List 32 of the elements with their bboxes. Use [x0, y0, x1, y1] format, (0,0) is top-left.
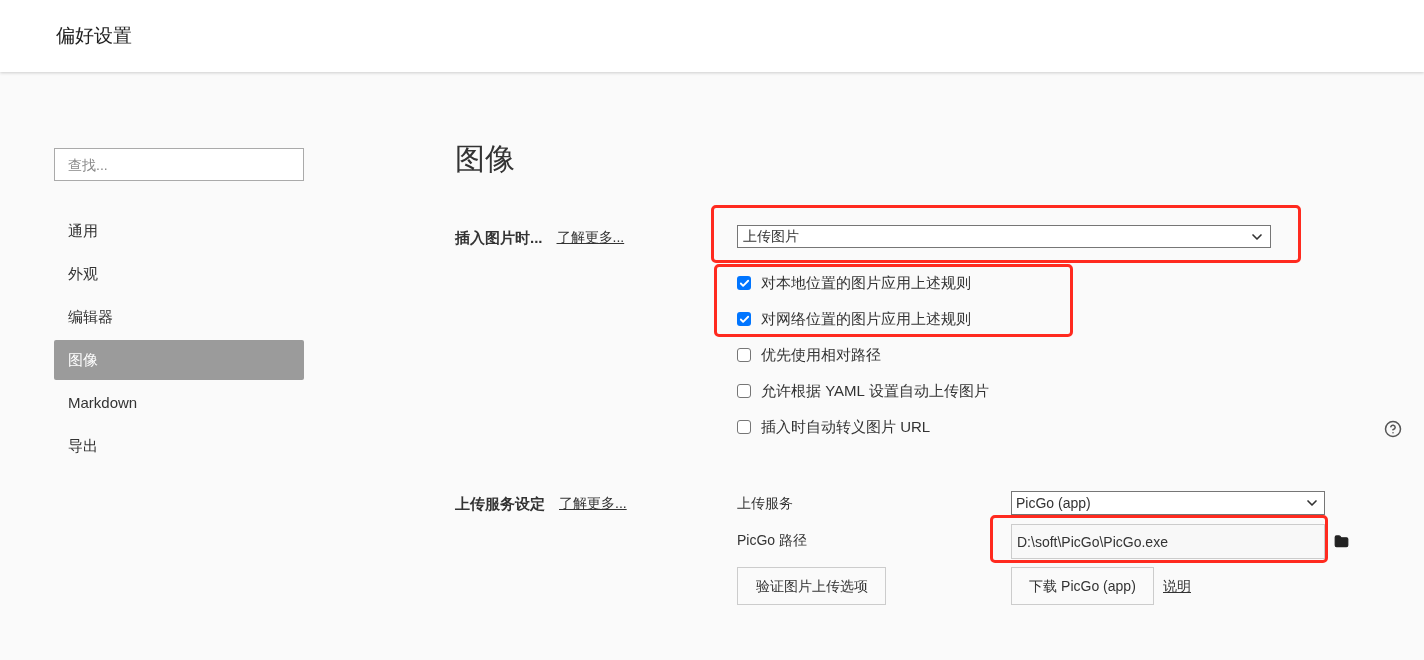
- sidebar-item[interactable]: 通用: [54, 211, 304, 251]
- search-field[interactable]: 查找...: [54, 148, 304, 181]
- field-label: PicGo 路径: [737, 530, 808, 550]
- checkbox-label: 插入时自动转义图片 URL: [761, 416, 931, 437]
- upload-service-select[interactable]: PicGo (app): [1011, 491, 1325, 515]
- learn-more-link[interactable]: 了解更多...: [556, 227, 625, 248]
- checkbox[interactable]: [737, 384, 751, 398]
- sidebar-item[interactable]: 编辑器: [54, 297, 304, 337]
- checkbox[interactable]: [737, 420, 751, 434]
- section-label: 插入图片时...: [455, 228, 543, 248]
- sidebar-item[interactable]: Markdown: [54, 383, 304, 423]
- insert-action-select[interactable]: 上传图片: [737, 225, 1271, 248]
- help-link[interactable]: 说明: [1163, 575, 1191, 597]
- sidebar-item[interactable]: 导出: [54, 426, 304, 466]
- checkbox[interactable]: [737, 312, 751, 326]
- help-icon[interactable]: [1384, 420, 1402, 438]
- page-title: 图像: [455, 144, 516, 174]
- learn-more-link[interactable]: 了解更多...: [559, 493, 627, 514]
- checkbox-label: 优先使用相对路径: [761, 344, 881, 365]
- checkbox-label: 允许根据 YAML 设置自动上传图片: [761, 380, 989, 401]
- checkbox[interactable]: [737, 276, 751, 290]
- checkbox[interactable]: [737, 348, 751, 362]
- checkbox-label: 对网络位置的图片应用上述规则: [761, 308, 971, 329]
- sidebar-item[interactable]: 外观: [54, 254, 304, 294]
- download-button[interactable]: 下载 PicGo (app): [1011, 567, 1154, 605]
- window-title: 偏好设置: [56, 23, 132, 48]
- verify-upload-button[interactable]: 验证图片上传选项: [737, 567, 886, 605]
- path-input-field[interactable]: D:\soft\PicGo\PicGo.exe: [1011, 524, 1325, 559]
- checkbox-label: 对本地位置的图片应用上述规则: [761, 272, 971, 293]
- field-label: 上传服务: [737, 493, 794, 513]
- section-label: 上传服务设定: [455, 494, 545, 514]
- folder-icon[interactable]: [1334, 534, 1349, 549]
